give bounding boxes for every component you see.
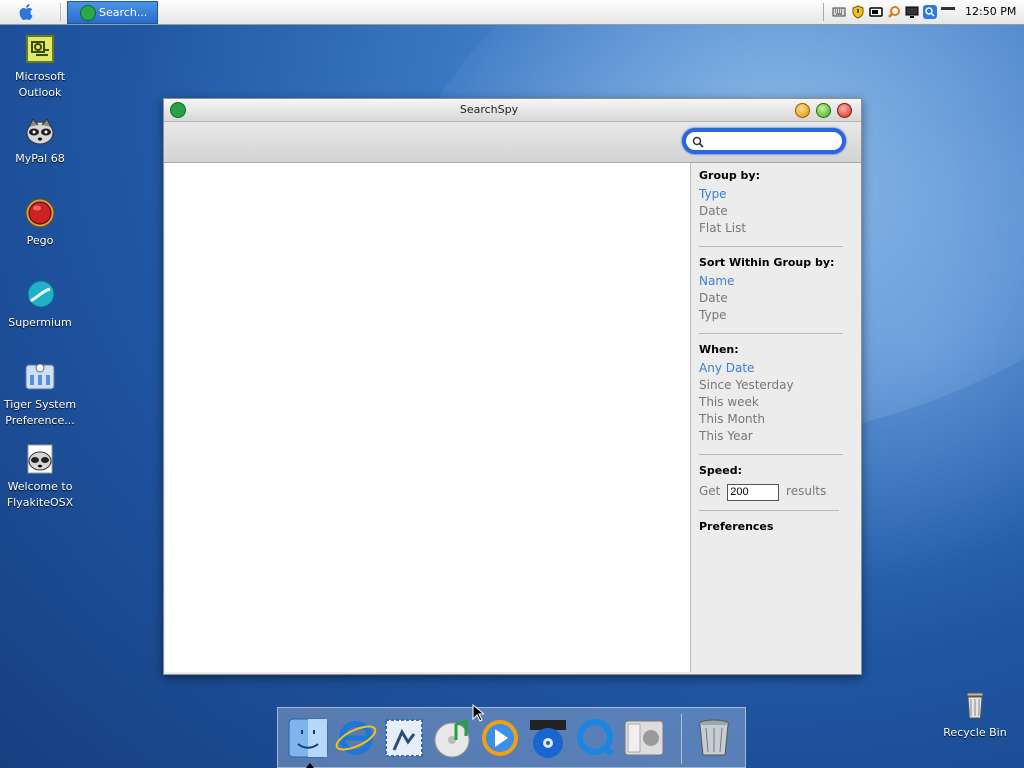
desktop-icon-label: Welcome to FlyakiteOSX — [6, 480, 74, 509]
divider — [699, 510, 839, 511]
menubar: Search... 12:50 PM — [0, 0, 1024, 25]
desktop-icon-supermium[interactable]: Supermium — [0, 279, 80, 331]
battery-icon[interactable] — [869, 5, 883, 19]
result-count-input[interactable] — [727, 483, 780, 501]
pego-icon — [24, 197, 56, 229]
dvd-player-icon[interactable] — [526, 716, 570, 760]
divider — [699, 454, 843, 455]
dock — [277, 707, 746, 768]
window-titlebar[interactable]: SearchSpy — [164, 99, 861, 122]
tray-separator — [823, 3, 824, 21]
search-icon — [692, 136, 704, 148]
sort-option-type[interactable]: Type — [699, 307, 849, 324]
desktop-icon-welcome[interactable]: Welcome to FlyakiteOSX — [0, 443, 80, 511]
dock-divider — [681, 714, 682, 764]
when-option-this-year[interactable]: This Year — [699, 428, 849, 445]
speed-results-label: results — [786, 484, 827, 498]
when-heading: When: — [699, 343, 739, 356]
zoom-button[interactable] — [816, 103, 831, 118]
desktop-icon-outlook[interactable]: Microsoft Outlook — [0, 33, 80, 101]
internet-explorer-icon[interactable] — [334, 716, 378, 760]
desktop-icon-label: Microsoft Outlook — [14, 70, 66, 99]
taskbar-searchspy-button[interactable]: Search... — [67, 1, 158, 24]
mouse-cursor-icon — [472, 704, 484, 722]
divider — [699, 246, 843, 247]
group-by-heading: Group by: — [699, 169, 760, 182]
close-button[interactable] — [837, 103, 852, 118]
divider — [699, 333, 843, 334]
clock[interactable]: 12:50 PM — [965, 5, 1016, 18]
searchspy-icon — [80, 5, 96, 21]
when-option-this-week[interactable]: This week — [699, 394, 849, 411]
supermium-icon — [24, 279, 56, 311]
sort-option-date[interactable]: Date — [699, 290, 849, 307]
mail-icon[interactable] — [382, 716, 426, 760]
searchspy-window: SearchSpy Group by: Type Date Flat List … — [163, 98, 862, 675]
options-sidebar: Group by: Type Date Flat List Sort Withi… — [699, 169, 849, 537]
trash-icon[interactable] — [692, 716, 736, 760]
finder-icon[interactable] — [286, 716, 330, 760]
when-option-since-yesterday[interactable]: Since Yesterday — [699, 377, 849, 394]
running-indicator — [306, 763, 314, 768]
window-title: SearchSpy — [459, 103, 519, 116]
when-option-any-date[interactable]: Any Date — [699, 360, 849, 377]
flyakite-icon — [24, 443, 56, 475]
media-player-icon[interactable] — [478, 716, 522, 760]
desktop-icon-pego[interactable]: Pego — [0, 197, 80, 249]
group-by-option-flat-list[interactable]: Flat List — [699, 220, 849, 237]
results-pane[interactable] — [165, 163, 691, 672]
window-toolbar — [164, 122, 861, 163]
raccoon-icon — [24, 115, 56, 147]
taskbar-button-label: Search... — [99, 6, 148, 19]
speed-heading: Speed: — [699, 464, 742, 477]
apple-icon[interactable] — [18, 3, 36, 21]
search-input[interactable] — [706, 134, 840, 150]
preferences-link[interactable]: Preferences — [699, 520, 849, 533]
minimize-button[interactable] — [795, 103, 810, 118]
recycle-bin-icon — [959, 689, 991, 721]
desktop-icon-mypal[interactable]: MyPal 68 — [0, 115, 80, 167]
quicktime-icon[interactable] — [574, 716, 618, 760]
speed-get-label: Get — [699, 484, 721, 498]
search-blue-icon[interactable] — [923, 5, 937, 19]
desktop-icon-label: Pego — [26, 234, 54, 247]
group-by-option-date[interactable]: Date — [699, 203, 849, 220]
search-field[interactable] — [682, 128, 846, 154]
desktop-icon-label: Supermium — [8, 316, 72, 329]
boot-camp-icon[interactable] — [622, 716, 666, 760]
speed-row: Get results — [699, 481, 849, 501]
magnifier-orange-icon[interactable] — [887, 5, 901, 19]
menubar-separator — [60, 3, 61, 21]
itunes-icon[interactable] — [430, 716, 474, 760]
desktop-icon-label: MyPal 68 — [15, 152, 65, 165]
desktop-icon-recycle-bin[interactable]: Recycle Bin — [935, 689, 1015, 741]
outlook-icon — [24, 33, 56, 65]
monitor-icon[interactable] — [905, 5, 919, 19]
desktop-icon-label: Tiger System Preference... — [3, 398, 77, 427]
volume-icon[interactable] — [941, 3, 955, 17]
group-by-option-type[interactable]: Type — [699, 186, 849, 203]
when-option-this-month[interactable]: This Month — [699, 411, 849, 428]
keyboard-icon[interactable] — [832, 5, 846, 19]
system-preferences-icon — [24, 361, 56, 393]
shield-icon[interactable] — [851, 5, 865, 19]
sort-within-heading: Sort Within Group by: — [699, 256, 835, 269]
desktop-icon-label: Recycle Bin — [943, 726, 1007, 739]
sort-option-name[interactable]: Name — [699, 273, 849, 290]
desktop-icon-system-preferences[interactable]: Tiger System Preference... — [0, 361, 80, 429]
